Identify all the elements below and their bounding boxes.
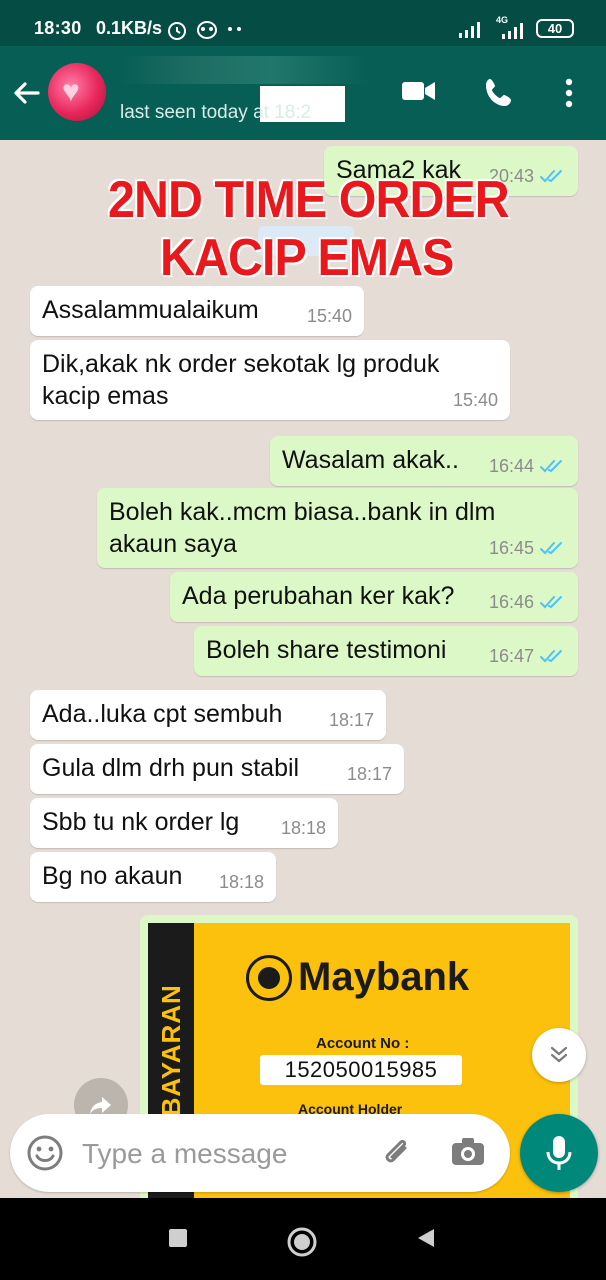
alarm-icon <box>168 22 186 40</box>
message-input-bar[interactable]: Type a message <box>10 1114 510 1192</box>
message-bubble-out[interactable]: Boleh share testimoni 16:47 <box>194 626 578 676</box>
message-meta: 18:17 <box>329 704 374 736</box>
account-label: Account No : <box>316 1035 410 1052</box>
message-time: 16:45 <box>488 538 534 558</box>
message-bubble-out[interactable]: Boleh kak..mcm biasa..bank in dlm akaun … <box>97 488 578 568</box>
system-nav-bar <box>0 1198 606 1280</box>
last-seen-text: last seen today at 18:2 <box>120 102 312 123</box>
chat-area[interactable]: Sama2 kak 20:43 2ND TIME ORDER KACIP EMA… <box>0 140 606 1198</box>
message-bubble-out[interactable]: Ada perubahan ker kak? 16:46 <box>170 572 578 622</box>
message-time: 16:44 <box>488 456 534 476</box>
scroll-down-button[interactable] <box>532 1028 586 1082</box>
mic-button[interactable] <box>520 1114 598 1192</box>
attach-icon[interactable] <box>378 1134 416 1172</box>
contact-name-redacted[interactable] <box>120 56 370 122</box>
message-meta: 15:40 <box>453 384 498 416</box>
back-nav-icon[interactable] <box>414 1226 438 1250</box>
message-bubble-in[interactable]: Gula dlm drh pun stabil 18:17 <box>30 744 404 794</box>
chat-header: ♥ last seen today at 18:2 <box>0 46 606 140</box>
message-meta: 15:40 <box>307 300 352 332</box>
message-bubble-in[interactable]: Dik,akak nk order sekotak lg produk kaci… <box>30 340 510 420</box>
message-meta: 16:47 <box>489 640 566 672</box>
recents-icon[interactable] <box>166 1226 190 1250</box>
message-time: 18:18 <box>218 872 264 892</box>
emoji-icon[interactable] <box>26 1134 64 1172</box>
double-tick-icon <box>540 596 562 609</box>
signal-icon <box>459 22 480 38</box>
battery-indicator: 40 <box>536 19 574 38</box>
signal-4g-icon <box>502 23 523 39</box>
message-text: Gula dlm drh pun stabil <box>42 754 300 782</box>
message-bubble-in[interactable]: Ada..luka cpt sembuh 18:17 <box>30 690 386 740</box>
video-call-icon[interactable] <box>400 76 438 106</box>
more-vert-icon[interactable] <box>556 76 582 110</box>
status-time: 18:30 <box>34 18 82 38</box>
maybank-tiger-logo-icon <box>246 955 292 1001</box>
mic-icon <box>546 1136 572 1170</box>
account-number: 152050015985 <box>260 1055 462 1085</box>
message-bubble-in[interactable]: Assalammualaikum 15:40 <box>30 286 364 336</box>
double-tick-icon <box>540 460 562 473</box>
message-input-placeholder[interactable]: Type a message <box>82 1138 287 1170</box>
panda-icon <box>197 21 217 39</box>
message-time: 18:17 <box>346 764 392 784</box>
double-tick-icon <box>540 542 562 555</box>
message-meta: 18:17 <box>347 758 392 790</box>
message-meta: 16:45 <box>489 532 566 564</box>
message-meta: 18:18 <box>219 866 264 898</box>
double-tick-icon <box>540 650 562 663</box>
more-dots-icon <box>228 27 241 31</box>
message-meta: 18:18 <box>281 812 326 844</box>
message-text: Assalammualaikum <box>42 296 259 324</box>
double-chevron-down-icon <box>550 1046 568 1063</box>
message-bubble-in[interactable]: Sbb tu nk order lg 18:18 <box>30 798 338 848</box>
message-time: 15:40 <box>452 390 498 410</box>
double-tick-icon <box>540 170 562 183</box>
avatar[interactable]: ♥ <box>48 63 106 121</box>
message-bubble-in[interactable]: Bg no akaun 18:18 <box>30 852 276 902</box>
back-arrow-icon[interactable] <box>10 76 44 110</box>
message-time: 15:40 <box>306 306 352 326</box>
message-time: 18:17 <box>328 710 374 730</box>
message-meta: 16:46 <box>489 586 566 618</box>
message-time: 16:47 <box>488 646 534 666</box>
home-icon[interactable] <box>286 1226 318 1258</box>
overlay-title-line1: 2ND TIME ORDER <box>108 171 510 229</box>
overlay-title-line2: KACIP EMAS <box>160 229 454 287</box>
message-text: Dik,akak nk order sekotak lg produk kaci… <box>42 350 440 410</box>
status-net-speed: 0.1KB/s <box>96 18 163 38</box>
message-time: 16:46 <box>488 592 534 612</box>
camera-icon[interactable] <box>450 1136 486 1168</box>
message-time: 18:18 <box>280 818 326 838</box>
message-meta: 16:44 <box>489 450 566 482</box>
message-text: Ada..luka cpt sembuh <box>42 700 283 728</box>
bank-name: Maybank <box>298 955 470 999</box>
message-bubble-out[interactable]: Wasalam akak.. 16:44 <box>270 436 578 486</box>
heart-icon: ♥ <box>62 75 80 108</box>
phone-icon[interactable] <box>482 76 516 110</box>
